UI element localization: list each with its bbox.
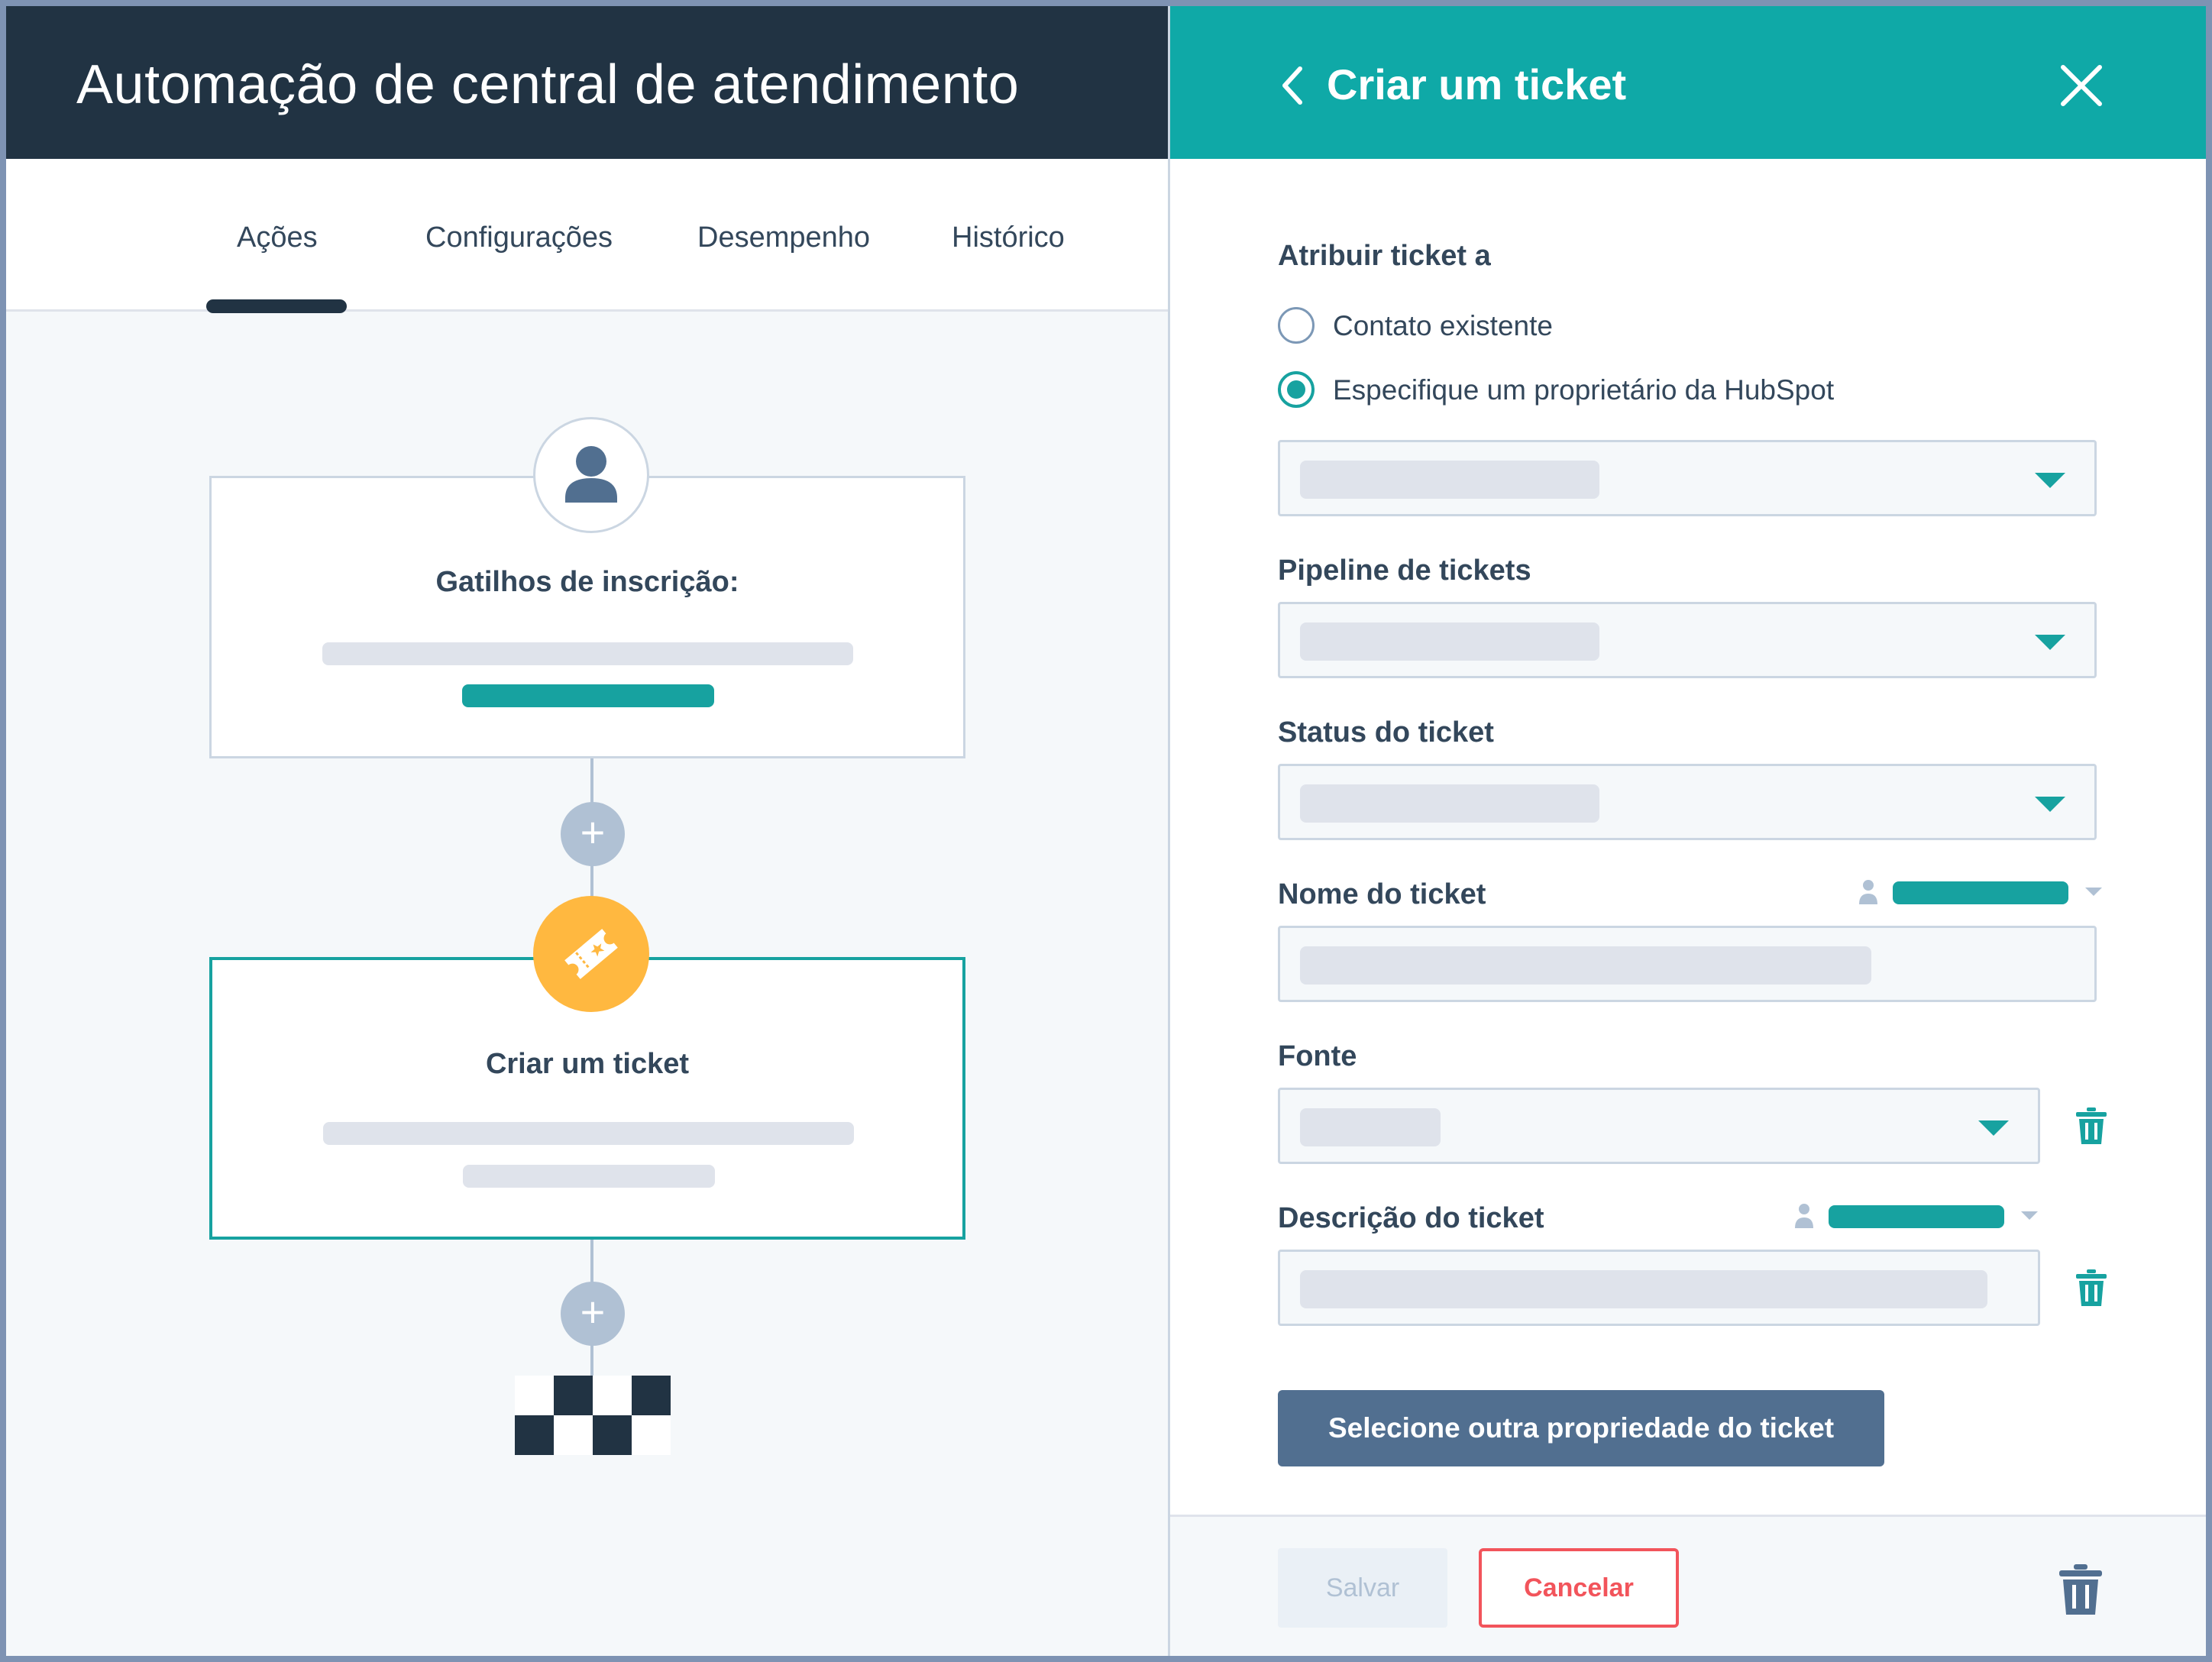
token-bar — [1893, 881, 2068, 904]
trigger-filter-bar — [462, 684, 714, 707]
ticket-icon — [564, 929, 618, 979]
tab-acoes[interactable]: Ações — [237, 221, 318, 254]
select-property-button[interactable]: Selecione outra propriedade do ticket — [1278, 1390, 1884, 1466]
workflow-canvas: Gatilhos de inscrição: + Criar um ticket — [6, 312, 1168, 1656]
add-action-button[interactable]: + — [561, 1282, 625, 1346]
caret-down-icon — [2021, 1211, 2038, 1220]
ticket-name-input[interactable] — [1278, 926, 2097, 1002]
trigger-avatar — [533, 417, 649, 533]
radio-label: Contato existente — [1333, 310, 1553, 341]
caret-down-icon — [2035, 797, 2065, 812]
create-ticket-panel: Criar um ticket Atribuir ticket a Contat… — [1168, 6, 2206, 1656]
select-value-placeholder — [1300, 461, 1599, 499]
workflow-title: Automação de central de atendimento — [76, 54, 1020, 115]
ticket-name-label: Nome do ticket — [1278, 878, 1486, 910]
description-input[interactable] — [1278, 1250, 2040, 1326]
description-label: Descrição do ticket — [1278, 1202, 1544, 1234]
app-frame: Automação de central de atendimento Açõe… — [6, 6, 2206, 1656]
radio-button[interactable] — [1278, 307, 1315, 344]
tab-configuracoes[interactable]: Configurações — [425, 221, 613, 254]
tab-historico[interactable]: Histórico — [952, 221, 1065, 254]
tab-bar: Ações Configurações Desempenho Histórico — [6, 159, 1168, 313]
placeholder-bar — [323, 1122, 854, 1145]
delete-action-icon[interactable] — [2059, 1564, 2102, 1615]
workflow-end-flag-icon — [515, 1376, 671, 1455]
assign-ticket-label: Atribuir ticket a — [1278, 240, 1491, 272]
status-label: Status do ticket — [1278, 716, 1494, 749]
input-value-placeholder — [1300, 1270, 1987, 1308]
caret-down-icon — [2035, 473, 2065, 488]
trigger-card-title: Gatilhos de inscrição: — [435, 566, 739, 598]
source-label: Fonte — [1278, 1040, 1357, 1072]
tab-desempenho[interactable]: Desempenho — [697, 221, 870, 254]
radio-button-selected[interactable] — [1278, 371, 1315, 408]
workflow-panel: Automação de central de atendimento Açõe… — [6, 6, 1168, 1656]
source-select[interactable] — [1278, 1088, 2040, 1164]
owner-select[interactable] — [1278, 440, 2097, 516]
personalization-token[interactable] — [1858, 869, 2102, 915]
chevron-left-icon[interactable] — [1277, 63, 1308, 108]
person-icon — [565, 446, 617, 503]
close-icon[interactable] — [2058, 63, 2104, 108]
status-select[interactable] — [1278, 764, 2097, 840]
panel-header: Criar um ticket — [1170, 6, 2206, 159]
person-icon — [1795, 1204, 1813, 1228]
input-value-placeholder — [1300, 946, 1871, 985]
cancel-button[interactable]: Cancelar — [1479, 1548, 1679, 1628]
add-action-button[interactable]: + — [561, 802, 625, 866]
select-value-placeholder — [1300, 1108, 1441, 1146]
radio-hubspot-owner[interactable]: Especifique um proprietário da HubSpot — [1278, 370, 1889, 409]
personalization-token[interactable] — [1793, 1193, 2038, 1239]
panel-title: Criar um ticket — [1327, 60, 1627, 108]
panel-footer: Salvar Cancelar — [1170, 1515, 2206, 1656]
workflow-header: Automação de central de atendimento — [6, 6, 1168, 159]
placeholder-bar — [463, 1165, 715, 1188]
trash-icon[interactable] — [2076, 1107, 2107, 1144]
radio-existing-contact[interactable]: Contato existente — [1278, 306, 1660, 345]
trash-icon[interactable] — [2076, 1269, 2107, 1306]
placeholder-bar — [322, 642, 853, 665]
pipeline-select[interactable] — [1278, 602, 2097, 678]
caret-down-icon — [1978, 1120, 2009, 1136]
pipeline-label: Pipeline de tickets — [1278, 555, 1531, 587]
save-button[interactable]: Salvar — [1278, 1548, 1447, 1628]
token-bar — [1829, 1205, 2004, 1228]
ticket-badge — [533, 896, 649, 1012]
select-value-placeholder — [1300, 622, 1599, 661]
caret-down-icon — [2085, 888, 2102, 896]
select-value-placeholder — [1300, 784, 1599, 823]
radio-label: Especifique um proprietário da HubSpot — [1333, 374, 1835, 406]
caret-down-icon — [2035, 635, 2065, 650]
person-icon — [1859, 880, 1877, 904]
action-card-title: Criar um ticket — [485, 1048, 690, 1080]
